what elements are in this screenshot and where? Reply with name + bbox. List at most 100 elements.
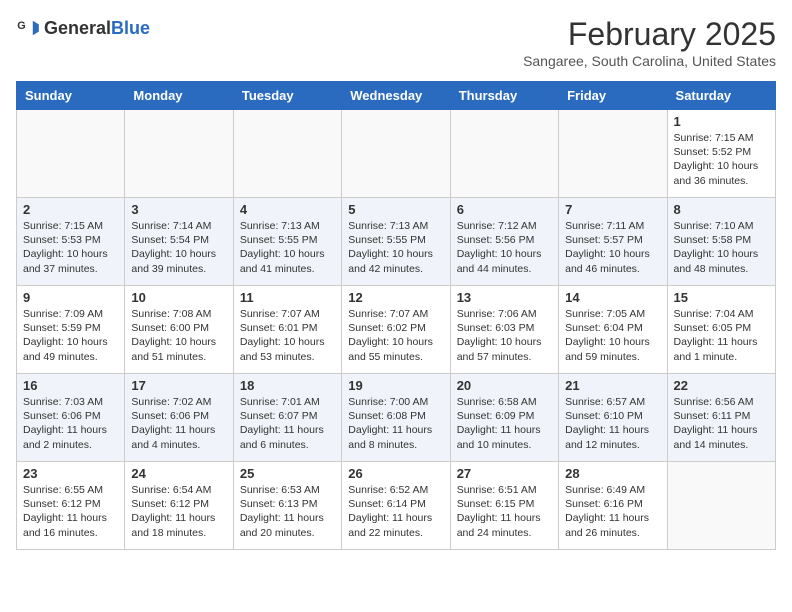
day-info: Sunrise: 6:53 AM Sunset: 6:13 PM Dayligh… (240, 483, 335, 540)
day-info: Sunrise: 7:01 AM Sunset: 6:07 PM Dayligh… (240, 395, 335, 452)
weekday-header-row: SundayMondayTuesdayWednesdayThursdayFrid… (17, 82, 776, 110)
weekday-sunday: Sunday (17, 82, 125, 110)
day-info: Sunrise: 7:12 AM Sunset: 5:56 PM Dayligh… (457, 219, 552, 276)
day-number: 15 (674, 290, 769, 305)
day-info: Sunrise: 6:56 AM Sunset: 6:11 PM Dayligh… (674, 395, 769, 452)
title-block: February 2025 Sangaree, South Carolina, … (523, 16, 776, 69)
day-cell: 12 Sunrise: 7:07 AM Sunset: 6:02 PM Dayli… (342, 286, 450, 374)
day-info: Sunrise: 7:07 AM Sunset: 6:02 PM Dayligh… (348, 307, 443, 364)
calendar-body: 1 Sunrise: 7:15 AM Sunset: 5:52 PM Daylig… (17, 110, 776, 550)
day-cell: 17Sunrise: 7:02 AM Sunset: 6:06 PM Dayli… (125, 374, 233, 462)
day-cell: 3 Sunrise: 7:14 AM Sunset: 5:54 PM Daylig… (125, 198, 233, 286)
day-number: 4 (240, 202, 335, 217)
day-number: 19 (348, 378, 443, 393)
day-info: Sunrise: 7:11 AM Sunset: 5:57 PM Dayligh… (565, 219, 660, 276)
weekday-thursday: Thursday (450, 82, 558, 110)
day-number: 16 (23, 378, 118, 393)
day-info: Sunrise: 7:06 AM Sunset: 6:03 PM Dayligh… (457, 307, 552, 364)
day-cell: 6 Sunrise: 7:12 AM Sunset: 5:56 PM Daylig… (450, 198, 558, 286)
day-cell: 11 Sunrise: 7:07 AM Sunset: 6:01 PM Dayli… (233, 286, 341, 374)
day-info: Sunrise: 7:02 AM Sunset: 6:06 PM Dayligh… (131, 395, 226, 452)
day-info: Sunrise: 7:04 AM Sunset: 6:05 PM Dayligh… (674, 307, 769, 364)
day-cell: 18 Sunrise: 7:01 AM Sunset: 6:07 PM Dayli… (233, 374, 341, 462)
logo: G GeneralBlue (16, 16, 150, 40)
day-cell: 21 Sunrise: 6:57 AM Sunset: 6:10 PM Dayli… (559, 374, 667, 462)
day-number: 2 (23, 202, 118, 217)
day-info: Sunrise: 6:57 AM Sunset: 6:10 PM Dayligh… (565, 395, 660, 452)
day-info: Sunrise: 6:54 AM Sunset: 6:12 PM Dayligh… (131, 483, 226, 540)
day-cell: 24 Sunrise: 6:54 AM Sunset: 6:12 PM Dayli… (125, 462, 233, 550)
day-cell: 22 Sunrise: 6:56 AM Sunset: 6:11 PM Dayli… (667, 374, 775, 462)
day-cell: 28 Sunrise: 6:49 AM Sunset: 6:16 PM Dayli… (559, 462, 667, 550)
day-cell (559, 110, 667, 198)
day-info: Sunrise: 7:14 AM Sunset: 5:54 PM Dayligh… (131, 219, 226, 276)
weekday-friday: Friday (559, 82, 667, 110)
svg-text:G: G (17, 20, 25, 32)
day-cell (667, 462, 775, 550)
day-number: 10 (131, 290, 226, 305)
day-cell: 26Sunrise: 6:52 AM Sunset: 6:14 PM Dayli… (342, 462, 450, 550)
day-cell: 14Sunrise: 7:05 AM Sunset: 6:04 PM Dayli… (559, 286, 667, 374)
day-info: Sunrise: 7:13 AM Sunset: 5:55 PM Dayligh… (240, 219, 335, 276)
location: Sangaree, South Carolina, United States (523, 53, 776, 69)
day-cell (342, 110, 450, 198)
logo-icon: G (16, 16, 40, 40)
weekday-monday: Monday (125, 82, 233, 110)
logo-blue: Blue (111, 18, 150, 38)
day-info: Sunrise: 7:13 AM Sunset: 5:55 PM Dayligh… (348, 219, 443, 276)
day-cell: 23Sunrise: 6:55 AM Sunset: 6:12 PM Dayli… (17, 462, 125, 550)
day-number: 8 (674, 202, 769, 217)
day-number: 24 (131, 466, 226, 481)
day-number: 22 (674, 378, 769, 393)
day-cell (17, 110, 125, 198)
day-info: Sunrise: 7:15 AM Sunset: 5:53 PM Dayligh… (23, 219, 118, 276)
day-info: Sunrise: 7:00 AM Sunset: 6:08 PM Dayligh… (348, 395, 443, 452)
day-number: 6 (457, 202, 552, 217)
day-number: 1 (674, 114, 769, 129)
page-header: G GeneralBlue February 2025 Sangaree, So… (16, 16, 776, 69)
day-cell: 19 Sunrise: 7:00 AM Sunset: 6:08 PM Dayli… (342, 374, 450, 462)
weekday-saturday: Saturday (667, 82, 775, 110)
weekday-tuesday: Tuesday (233, 82, 341, 110)
day-number: 18 (240, 378, 335, 393)
day-number: 13 (457, 290, 552, 305)
day-cell: 7Sunrise: 7:11 AM Sunset: 5:57 PM Daylig… (559, 198, 667, 286)
day-info: Sunrise: 7:07 AM Sunset: 6:01 PM Dayligh… (240, 307, 335, 364)
day-number: 14 (565, 290, 660, 305)
day-cell: 15 Sunrise: 7:04 AM Sunset: 6:05 PM Dayli… (667, 286, 775, 374)
day-number: 11 (240, 290, 335, 305)
day-cell: 8Sunrise: 7:10 AM Sunset: 5:58 PM Daylig… (667, 198, 775, 286)
day-cell: 20Sunrise: 6:58 AM Sunset: 6:09 PM Dayli… (450, 374, 558, 462)
day-cell: 9Sunrise: 7:09 AM Sunset: 5:59 PM Daylig… (17, 286, 125, 374)
week-row-1: 1 Sunrise: 7:15 AM Sunset: 5:52 PM Daylig… (17, 110, 776, 198)
day-number: 9 (23, 290, 118, 305)
day-cell: 16Sunrise: 7:03 AM Sunset: 6:06 PM Dayli… (17, 374, 125, 462)
day-info: Sunrise: 7:15 AM Sunset: 5:52 PM Dayligh… (674, 131, 769, 188)
day-cell: 13 Sunrise: 7:06 AM Sunset: 6:03 PM Dayli… (450, 286, 558, 374)
day-number: 25 (240, 466, 335, 481)
day-number: 5 (348, 202, 443, 217)
day-number: 26 (348, 466, 443, 481)
logo-wordmark: GeneralBlue (44, 18, 150, 39)
day-cell: 10 Sunrise: 7:08 AM Sunset: 6:00 PM Dayli… (125, 286, 233, 374)
day-cell (450, 110, 558, 198)
day-number: 28 (565, 466, 660, 481)
week-row-4: 16Sunrise: 7:03 AM Sunset: 6:06 PM Dayli… (17, 374, 776, 462)
week-row-3: 9Sunrise: 7:09 AM Sunset: 5:59 PM Daylig… (17, 286, 776, 374)
day-number: 3 (131, 202, 226, 217)
day-info: Sunrise: 7:08 AM Sunset: 6:00 PM Dayligh… (131, 307, 226, 364)
day-cell (233, 110, 341, 198)
calendar-header: SundayMondayTuesdayWednesdayThursdayFrid… (17, 82, 776, 110)
day-cell (125, 110, 233, 198)
day-info: Sunrise: 6:55 AM Sunset: 6:12 PM Dayligh… (23, 483, 118, 540)
day-info: Sunrise: 6:49 AM Sunset: 6:16 PM Dayligh… (565, 483, 660, 540)
day-number: 21 (565, 378, 660, 393)
day-number: 27 (457, 466, 552, 481)
day-number: 12 (348, 290, 443, 305)
calendar: SundayMondayTuesdayWednesdayThursdayFrid… (16, 81, 776, 550)
day-cell: 25 Sunrise: 6:53 AM Sunset: 6:13 PM Dayli… (233, 462, 341, 550)
day-cell: 2 Sunrise: 7:15 AM Sunset: 5:53 PM Daylig… (17, 198, 125, 286)
day-cell: 5 Sunrise: 7:13 AM Sunset: 5:55 PM Daylig… (342, 198, 450, 286)
weekday-wednesday: Wednesday (342, 82, 450, 110)
day-info: Sunrise: 6:51 AM Sunset: 6:15 PM Dayligh… (457, 483, 552, 540)
